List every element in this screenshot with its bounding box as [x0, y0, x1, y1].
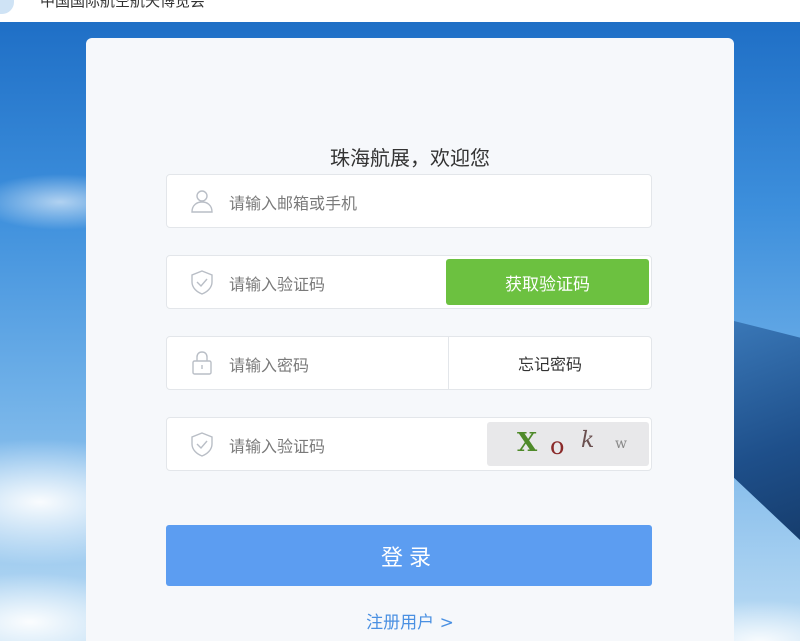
- page-title: 珠海航展，欢迎您: [330, 146, 490, 170]
- captcha-field[interactable]: 请输入验证码 X o k w: [166, 417, 652, 471]
- login-button[interactable]: 登录: [166, 525, 652, 586]
- register-link[interactable]: 注册用户 >: [86, 608, 734, 633]
- captcha-image[interactable]: X o k w: [487, 422, 649, 466]
- site-title: 中国国际航空航天博览会: [40, 0, 206, 10]
- top-bar: 中国国际航空航天博览会: [0, 0, 800, 22]
- shield-check-icon: [189, 431, 215, 457]
- account-field[interactable]: 请输入邮箱或手机: [166, 174, 652, 228]
- sms-code-field[interactable]: 请输入验证码 获取验证码: [166, 255, 652, 309]
- sms-code-input[interactable]: 请输入验证码: [229, 271, 325, 295]
- forgot-password-button[interactable]: 忘记密码: [448, 337, 651, 389]
- password-input[interactable]: 请输入密码: [229, 352, 309, 376]
- captcha-input[interactable]: 请输入验证码: [229, 433, 325, 457]
- user-icon: [189, 188, 215, 214]
- captcha-char: w: [615, 436, 627, 452]
- password-field[interactable]: 请输入密码 忘记密码: [166, 336, 652, 390]
- get-code-button[interactable]: 获取验证码: [446, 259, 649, 305]
- captcha-char: o: [550, 432, 565, 460]
- site-logo: [0, 0, 14, 14]
- captcha-char: k: [581, 428, 595, 453]
- login-card: 珠海航展，欢迎您 请输入邮箱或手机 请输入验证码 获取验证码 请输入密码 忘记密…: [86, 38, 734, 641]
- shield-check-icon: [189, 269, 215, 295]
- lock-icon: [189, 350, 215, 376]
- account-input[interactable]: 请输入邮箱或手机: [229, 190, 357, 214]
- captcha-char: X: [517, 428, 538, 458]
